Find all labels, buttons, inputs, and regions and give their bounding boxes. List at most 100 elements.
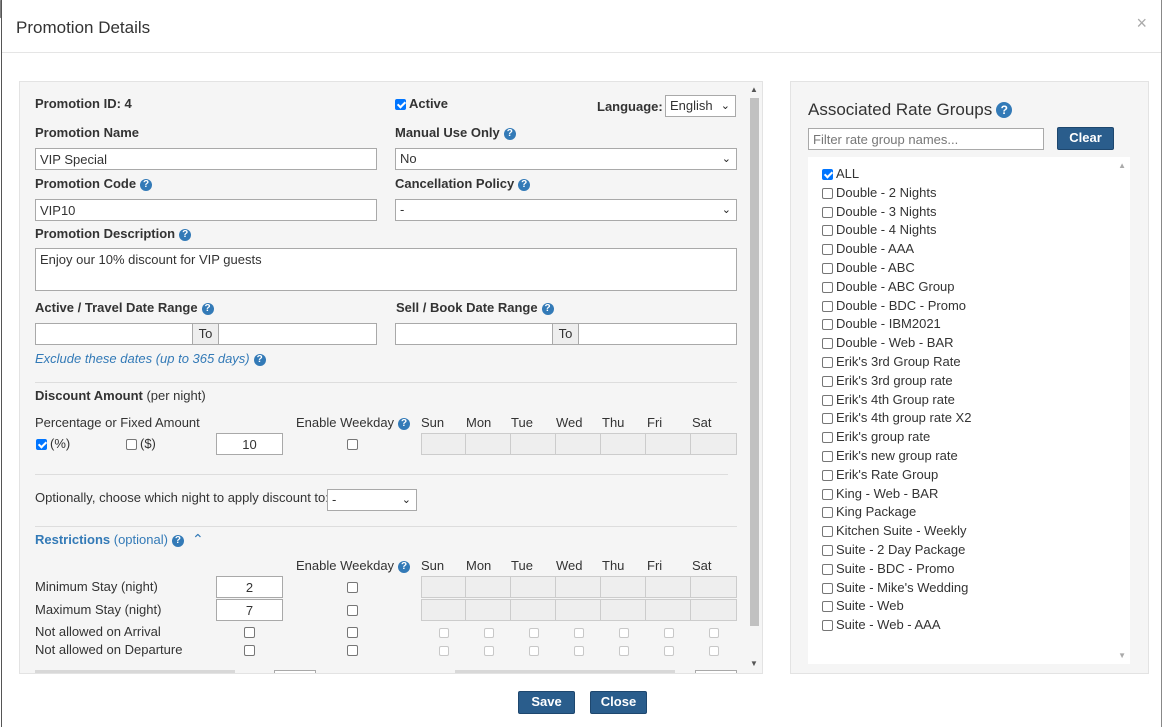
help-icon[interactable]: ? (140, 179, 153, 191)
clipped-input[interactable] (274, 670, 316, 673)
active-checkbox[interactable] (395, 99, 406, 110)
not-arrival-sat-checkbox[interactable] (709, 628, 719, 638)
not-departure-weekday-checkbox[interactable] (347, 645, 358, 656)
rate-group-checkbox[interactable] (822, 563, 833, 575)
not-departure-checkbox[interactable] (244, 645, 255, 656)
not-arrival-mon-checkbox[interactable] (484, 628, 494, 638)
rate-group-checkbox[interactable] (822, 545, 833, 556)
day-header-sun: Sun (421, 415, 445, 430)
rate-group-checkbox[interactable] (822, 469, 833, 481)
not-arrival-thu-checkbox[interactable] (619, 628, 629, 638)
close-icon[interactable]: × (1136, 13, 1147, 34)
help-icon[interactable]: ? (996, 102, 1013, 118)
not-arrival-fri-checkbox[interactable] (664, 628, 674, 638)
promotion-description-label: Promotion Description? (35, 226, 192, 241)
help-icon[interactable]: ? (179, 229, 192, 241)
rate-group-checkbox[interactable] (822, 281, 833, 293)
not-departure-sat-checkbox[interactable] (709, 646, 719, 656)
travel-end-date-input[interactable] (218, 323, 377, 345)
discount-amount-input[interactable]: 10 (216, 433, 283, 455)
discount-day-thu (600, 433, 646, 455)
rate-group-checkbox[interactable] (822, 375, 833, 387)
day-header-tue: Tue (511, 558, 533, 573)
rate-group-checkbox[interactable] (822, 582, 833, 594)
sell-start-date-input[interactable] (395, 323, 553, 345)
help-icon[interactable]: ? (253, 354, 266, 366)
scroll-up-icon[interactable]: ▲ (1118, 161, 1126, 170)
max-stay-day-mon (465, 599, 511, 621)
filter-rate-groups-input[interactable]: Filter rate group names... (808, 128, 1044, 150)
rate-group-checkbox[interactable] (822, 526, 833, 538)
promotion-name-label: Promotion Name (35, 125, 140, 140)
rate-group-checkbox[interactable] (822, 187, 833, 199)
max-stay-weekday-checkbox[interactable] (347, 605, 358, 616)
not-departure-fri-checkbox[interactable] (664, 646, 674, 656)
help-icon[interactable]: ? (518, 179, 531, 191)
restrictions-toggle[interactable]: Restrictions (optional)? ⌃ (35, 531, 204, 548)
rate-group-checkbox[interactable] (822, 300, 833, 312)
discount-enable-weekday-checkbox[interactable] (347, 439, 358, 450)
rate-group-checkbox[interactable] (822, 432, 833, 444)
exclude-dates-link[interactable]: Exclude these dates (up to 365 days)? (35, 351, 266, 366)
not-departure-thu-checkbox[interactable] (619, 646, 629, 656)
rate-group-checkbox[interactable] (822, 225, 833, 237)
pct-fixed-label: Percentage or Fixed Amount (35, 415, 200, 430)
language-select[interactable]: English ⌄ (665, 95, 736, 117)
promotion-code-input[interactable]: VIP10 (35, 199, 377, 221)
scroll-thumb[interactable] (750, 98, 759, 626)
not-arrival-weekday-checkbox[interactable] (347, 627, 358, 638)
percentage-checkbox[interactable] (36, 439, 47, 450)
clipped-input[interactable] (695, 670, 737, 673)
rate-group-checkbox[interactable] (822, 338, 833, 350)
not-departure-label: Not allowed on Departure (35, 642, 183, 657)
apply-night-select[interactable]: - ⌄ (327, 489, 417, 511)
rate-group-checkbox[interactable] (822, 451, 833, 462)
scroll-down-icon[interactable]: ▼ (750, 659, 758, 668)
rate-group-checkbox[interactable] (822, 413, 833, 425)
scroll-down-icon[interactable]: ▼ (1118, 651, 1126, 660)
rate-group-checkbox[interactable] (822, 244, 833, 256)
not-arrival-tue-checkbox[interactable] (529, 628, 539, 638)
help-icon[interactable]: ? (398, 418, 411, 430)
help-icon[interactable]: ? (171, 535, 184, 547)
rate-group-checkbox[interactable] (822, 206, 833, 218)
not-arrival-sun-checkbox[interactable] (439, 628, 449, 638)
rate-group-checkbox[interactable] (822, 601, 833, 613)
rate-group-checkbox[interactable] (822, 357, 833, 368)
discount-day-mon (465, 433, 511, 455)
min-stay-input[interactable]: 2 (216, 576, 283, 598)
min-stay-weekday-checkbox[interactable] (347, 582, 358, 593)
promotion-name-input[interactable]: VIP Special (35, 148, 377, 170)
discount-day-sat (690, 433, 737, 455)
help-icon[interactable]: ? (503, 128, 516, 140)
sell-end-date-input[interactable] (578, 323, 737, 345)
rate-group-checkbox[interactable] (822, 319, 833, 331)
travel-start-date-input[interactable] (35, 323, 193, 345)
clear-filter-button[interactable]: Clear (1057, 127, 1114, 150)
not-departure-sun-checkbox[interactable] (439, 646, 449, 656)
rate-group-checkbox[interactable] (822, 620, 833, 632)
rate-group-label: Erik's new group rate (836, 448, 958, 463)
promotion-description-textarea[interactable]: Enjoy our 10% discount for VIP guests (35, 248, 737, 291)
help-icon[interactable]: ? (201, 303, 214, 315)
scroll-up-icon[interactable]: ▲ (750, 85, 758, 94)
help-icon[interactable]: ? (541, 303, 554, 315)
cancellation-policy-select[interactable]: - ⌄ (395, 199, 737, 221)
rate-group-checkbox[interactable] (822, 169, 833, 180)
not-arrival-checkbox[interactable] (244, 627, 255, 638)
rate-group-checkbox[interactable] (822, 263, 833, 274)
fixed-amount-checkbox[interactable] (126, 439, 137, 450)
not-departure-mon-checkbox[interactable] (484, 646, 494, 656)
rate-group-checkbox[interactable] (822, 394, 833, 406)
not-departure-wed-checkbox[interactable] (574, 646, 584, 656)
help-icon[interactable]: ? (398, 561, 411, 573)
close-button[interactable]: Close (590, 691, 647, 714)
rate-group-checkbox[interactable] (822, 507, 833, 519)
manual-use-select[interactable]: No ⌄ (395, 148, 737, 170)
form-scrollbar[interactable]: ▲ ▼ (746, 82, 762, 673)
save-button[interactable]: Save (518, 691, 575, 714)
rate-group-checkbox[interactable] (822, 488, 833, 500)
max-stay-input[interactable]: 7 (216, 599, 283, 621)
not-departure-tue-checkbox[interactable] (529, 646, 539, 656)
not-arrival-wed-checkbox[interactable] (574, 628, 584, 638)
